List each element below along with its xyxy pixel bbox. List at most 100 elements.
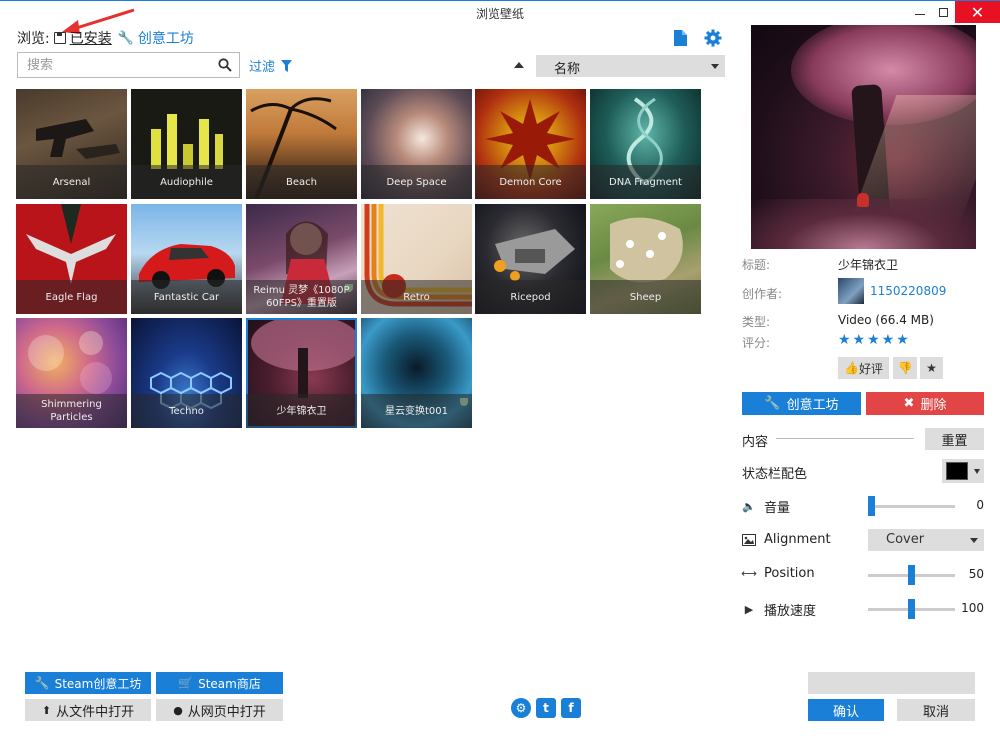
status-color-picker[interactable] bbox=[942, 459, 984, 483]
position-value: 50 bbox=[968, 567, 984, 581]
open-web-label: 从网页中打开 bbox=[187, 704, 266, 720]
title-key: 标题: bbox=[742, 258, 771, 272]
wallpaper-tile[interactable]: Deep Space bbox=[361, 89, 472, 199]
workshop-button[interactable]: 🔧 创意工坊 bbox=[742, 392, 861, 415]
globe-icon: ● bbox=[173, 703, 183, 717]
position-slider-thumb[interactable] bbox=[908, 565, 915, 585]
wallpaper-label: Eagle Flag bbox=[16, 280, 127, 314]
wallpaper-label: Techno bbox=[131, 394, 242, 428]
type-value: Video (66.4 MB) bbox=[838, 313, 934, 327]
wallpaper-label: Demon Core bbox=[475, 165, 586, 199]
wallpaper-tile[interactable]: DNA Fragment bbox=[590, 89, 701, 199]
browse-row: 浏览: 已安装 🔧 创意工坊 bbox=[17, 28, 194, 48]
workshop-tab[interactable]: 创意工坊 bbox=[138, 28, 194, 48]
dislike-button[interactable]: 👎 bbox=[893, 357, 917, 379]
wallpaper-tile[interactable]: 星云变换t001 bbox=[361, 318, 472, 428]
wallpaper-tile[interactable]: Fantastic Car bbox=[131, 204, 242, 314]
position-row: ⟷ Position bbox=[741, 566, 815, 581]
open-file-label: 从文件中打开 bbox=[56, 704, 135, 720]
author-link[interactable]: 1150220809 bbox=[870, 284, 946, 298]
divider bbox=[776, 438, 914, 439]
steam-workshop-label: Steam创意工坊 bbox=[54, 676, 142, 691]
wallpaper-tile[interactable]: Shimmering Particles bbox=[16, 318, 127, 428]
sort-direction-icon[interactable] bbox=[514, 62, 524, 68]
alignment-row: Alignment bbox=[742, 532, 831, 547]
favorite-button[interactable]: ★ bbox=[920, 357, 943, 379]
rating-key: 评分: bbox=[742, 336, 771, 350]
volume-slider[interactable] bbox=[868, 496, 955, 516]
close-button[interactable]: ✕ bbox=[955, 1, 1000, 23]
title-bar: 浏览壁纸 ✕ bbox=[0, 0, 1000, 24]
wallpaper-label: Sheep bbox=[590, 280, 701, 314]
wallpaper-label: Retro bbox=[361, 280, 472, 314]
wallpaper-tile[interactable]: Reimu 灵梦《1080P 60FPS》重置版 bbox=[246, 204, 357, 314]
delete-label: 删除 bbox=[920, 398, 947, 413]
speed-slider[interactable] bbox=[868, 599, 955, 619]
avatar[interactable] bbox=[838, 278, 864, 304]
cancel-button[interactable]: 取消 bbox=[897, 699, 975, 721]
volume-value: 0 bbox=[976, 498, 984, 512]
filter-button[interactable]: 过滤 bbox=[249, 56, 293, 75]
alignment-select[interactable]: Cover bbox=[868, 529, 984, 551]
star-icon: ★ bbox=[926, 361, 937, 375]
steam-icon[interactable]: ⚙ bbox=[511, 698, 531, 718]
maximize-button[interactable] bbox=[928, 1, 958, 23]
wallpaper-tile[interactable]: Eagle Flag bbox=[16, 204, 127, 314]
workshop-label: 创意工坊 bbox=[786, 398, 839, 413]
thumbs-up-icon: 👍 bbox=[844, 361, 859, 375]
browse-label: 浏览: bbox=[17, 31, 50, 47]
reset-button[interactable]: 重置 bbox=[925, 428, 984, 450]
wallpaper-label: Fantastic Car bbox=[131, 280, 242, 314]
wallpaper-tile[interactable]: Audiophile bbox=[131, 89, 242, 199]
sort-select[interactable]: 名称 bbox=[536, 55, 725, 77]
filter-label: 过滤 bbox=[249, 60, 276, 75]
volume-slider-thumb[interactable] bbox=[868, 496, 875, 516]
search-icon[interactable] bbox=[218, 58, 232, 72]
open-file-button[interactable]: ⬆ 从文件中打开 bbox=[25, 699, 151, 721]
open-web-button[interactable]: ● 从网页中打开 bbox=[156, 699, 283, 721]
chevron-down-icon bbox=[970, 538, 978, 543]
search-input[interactable] bbox=[18, 53, 208, 77]
wallpaper-tile-selected[interactable]: 少年锦衣卫 bbox=[246, 318, 357, 428]
cart-icon: 🛒 bbox=[178, 676, 194, 690]
wallpaper-tile[interactable]: Arsenal bbox=[16, 89, 127, 199]
wallpaper-label: Beach bbox=[246, 165, 357, 199]
wallpaper-tile[interactable]: Demon Core bbox=[475, 89, 586, 199]
position-slider[interactable] bbox=[868, 565, 955, 585]
chevron-down-icon bbox=[711, 64, 719, 69]
like-button[interactable]: 👍 好评 bbox=[838, 357, 889, 379]
installed-tab[interactable]: 已安装 bbox=[70, 28, 112, 48]
wallpaper-tile[interactable]: Sheep bbox=[590, 204, 701, 314]
search-box bbox=[17, 52, 240, 78]
wallpaper-tile[interactable]: Ricepod bbox=[475, 204, 586, 314]
wallpaper-label: Reimu 灵梦《1080P 60FPS》重置版 bbox=[246, 280, 357, 314]
wallpaper-tile[interactable]: Beach bbox=[246, 89, 357, 199]
close-icon: ✖ bbox=[903, 396, 915, 411]
ok-button[interactable]: 确认 bbox=[808, 699, 884, 721]
window-title: 浏览壁纸 bbox=[475, 7, 524, 21]
wallpaper-label: 星云变换t001 bbox=[361, 394, 472, 428]
delete-button[interactable]: ✖ 删除 bbox=[866, 392, 984, 415]
horizontal-arrows-icon: ⟷ bbox=[741, 567, 757, 580]
facebook-icon[interactable]: f bbox=[561, 698, 581, 718]
steam-workshop-button[interactable]: 🔧 Steam创意工坊 bbox=[25, 672, 151, 694]
twitter-icon[interactable]: t bbox=[536, 698, 556, 718]
chevron-down-icon bbox=[974, 469, 980, 474]
gear-icon[interactable] bbox=[704, 29, 722, 47]
extra-button[interactable] bbox=[808, 672, 975, 694]
wallpaper-tile[interactable]: Retro bbox=[361, 204, 472, 314]
wallpaper-preview bbox=[751, 25, 976, 249]
wallpaper-label: Shimmering Particles bbox=[16, 394, 127, 428]
document-icon[interactable] bbox=[671, 29, 689, 47]
steam-store-button[interactable]: 🛒 Steam商店 bbox=[156, 672, 283, 694]
author-key: 创作者: bbox=[742, 287, 783, 301]
wrench-icon: 🔧 bbox=[764, 396, 781, 411]
wallpaper-grid: Arsenal Audiophile Beach Deep Space Demo… bbox=[16, 89, 716, 434]
title-value: 少年锦衣卫 bbox=[838, 258, 899, 272]
wallpaper-tile[interactable]: Techno bbox=[131, 318, 242, 428]
rating-stars: ★★★★★ bbox=[838, 332, 911, 348]
type-key: 类型: bbox=[742, 315, 771, 329]
upload-icon: ⬆ bbox=[41, 703, 52, 717]
speed-slider-thumb[interactable] bbox=[908, 599, 915, 619]
color-swatch bbox=[946, 462, 968, 480]
